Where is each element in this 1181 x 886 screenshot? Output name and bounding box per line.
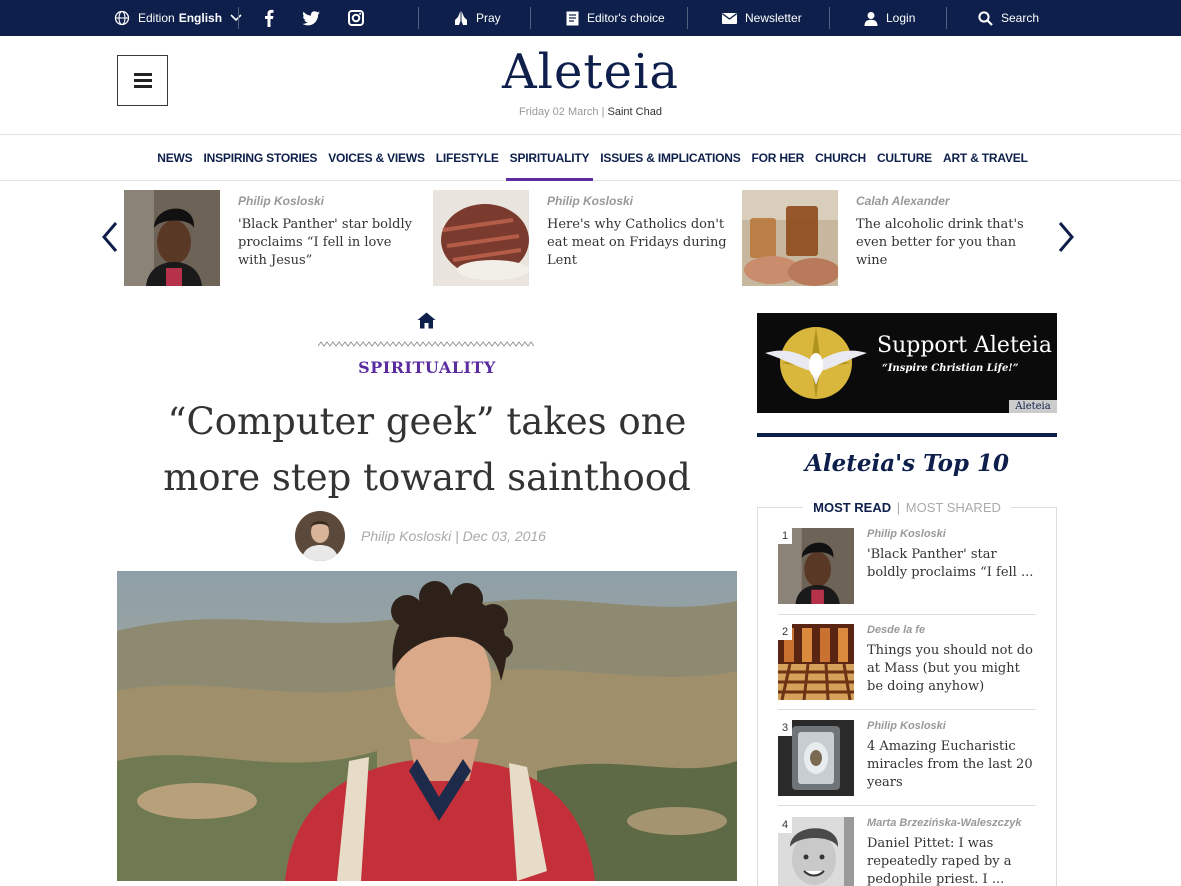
twitter-icon[interactable] bbox=[302, 10, 320, 26]
article-hero-image bbox=[117, 571, 737, 881]
home-icon[interactable] bbox=[417, 312, 436, 329]
tab-separator: | bbox=[896, 500, 901, 515]
divider bbox=[238, 7, 239, 29]
top10-author[interactable]: Marta Brzezińska-Waleszczyk bbox=[867, 817, 1021, 829]
edition-value: English bbox=[178, 11, 223, 25]
tab-most-shared[interactable]: MOST SHARED bbox=[906, 500, 1001, 515]
article-headline: “Computer geek” takes one more step towa… bbox=[163, 400, 691, 499]
pray-link[interactable]: Pray bbox=[440, 0, 515, 36]
divider bbox=[778, 805, 1036, 806]
story-thumbnail[interactable] bbox=[124, 190, 220, 286]
chevron-down-icon bbox=[230, 14, 242, 22]
ad-brand: Aleteia bbox=[1009, 400, 1057, 413]
top10-title: Aleteia's Top 10 bbox=[804, 450, 1010, 477]
story-title[interactable]: 'Black Panther' star boldly proclaims “I… bbox=[238, 216, 423, 270]
editors-choice-link[interactable]: Editor's choice bbox=[552, 0, 679, 36]
nav-item-voices-views[interactable]: VOICES & VIEWS bbox=[328, 135, 425, 181]
saint-of-day[interactable]: Saint Chad bbox=[608, 106, 662, 118]
carousel-prev-arrow-icon[interactable] bbox=[100, 220, 120, 254]
support-ad-banner[interactable]: Support Aleteia “Inspire Christian Life!… bbox=[757, 313, 1057, 413]
top10-tabs: MOST READ | MOST SHARED bbox=[757, 500, 1057, 515]
top10-thumbnail[interactable]: 2 bbox=[778, 624, 854, 700]
praying-hands-icon bbox=[455, 11, 467, 25]
social-links bbox=[264, 0, 364, 36]
instagram-icon[interactable] bbox=[348, 10, 364, 26]
site-header: Aleteia Friday 02 March | Saint Chad bbox=[0, 36, 1181, 135]
story-thumbnail[interactable] bbox=[433, 190, 529, 286]
top10-thumbnail[interactable]: 4 bbox=[778, 817, 854, 886]
nav-item-spirituality[interactable]: SPIRITUALITY bbox=[505, 135, 593, 181]
login-link[interactable]: Login bbox=[850, 0, 929, 36]
nav-item-lifestyle[interactable]: LIFESTYLE bbox=[436, 135, 499, 181]
top10-author[interactable]: Desde la fe bbox=[867, 624, 925, 636]
divider bbox=[530, 7, 531, 29]
nav-item-for-her[interactable]: FOR HER bbox=[752, 135, 805, 181]
nav-item-church[interactable]: CHURCH bbox=[815, 135, 866, 181]
carousel-next-arrow-icon[interactable] bbox=[1056, 220, 1076, 254]
nav-item-art-travel[interactable]: ART & TRAVEL bbox=[943, 135, 1028, 181]
ad-title: Support Aleteia bbox=[877, 333, 1052, 358]
rank-number: 1 bbox=[778, 528, 792, 544]
main-nav: NEWS INSPIRING STORIES VOICES & VIEWS LIFES… bbox=[0, 135, 1181, 181]
top10-author[interactable]: Philip Kosloski bbox=[867, 528, 946, 540]
story-author[interactable]: Philip Kosloski bbox=[547, 194, 633, 208]
date-text: Friday 02 March bbox=[519, 106, 599, 118]
rank-number: 3 bbox=[778, 720, 792, 736]
rank-number: 4 bbox=[778, 817, 792, 833]
author-avatar[interactable] bbox=[295, 511, 345, 561]
top10-rule bbox=[757, 433, 1057, 437]
top10-title-link[interactable]: 4 Amazing Eucharistic miracles from the … bbox=[867, 738, 1037, 792]
divider bbox=[778, 614, 1036, 615]
decorative-divider bbox=[318, 341, 534, 347]
search-icon bbox=[978, 10, 993, 26]
top10-title-link[interactable]: Daniel Pittet: I was repeatedly raped by… bbox=[867, 835, 1037, 886]
top10-title-link[interactable]: Things you should not do at Mass (but yo… bbox=[867, 642, 1037, 696]
top10-title-link[interactable]: 'Black Panther' star boldly proclaims “I… bbox=[867, 546, 1037, 582]
ad-subtitle: “Inspire Christian Life!” bbox=[882, 363, 1019, 374]
story-title[interactable]: Here's why Catholics don't eat meat on F… bbox=[547, 216, 732, 270]
story-title[interactable]: The alcoholic drink that's even better f… bbox=[856, 216, 1041, 270]
article-section[interactable]: SPIRITUALITY bbox=[117, 358, 737, 377]
user-icon bbox=[864, 11, 878, 26]
nav-item-culture[interactable]: CULTURE bbox=[877, 135, 932, 181]
top10-author[interactable]: Philip Kosloski bbox=[867, 720, 946, 732]
document-icon bbox=[566, 11, 579, 25]
nav-item-news[interactable]: NEWS bbox=[157, 135, 192, 181]
envelope-icon bbox=[722, 12, 737, 24]
top-bar: Edition English Pray Editor's choice New… bbox=[0, 0, 1181, 36]
top10-thumbnail[interactable]: 1 bbox=[778, 528, 854, 604]
edition-selector[interactable]: Edition English bbox=[100, 0, 256, 36]
divider bbox=[946, 7, 947, 29]
globe-icon bbox=[114, 10, 130, 26]
divider bbox=[687, 7, 688, 29]
holy-spirit-dove-icon bbox=[765, 327, 867, 399]
nav-item-issues-implications[interactable]: ISSUES & IMPLICATIONS bbox=[600, 135, 740, 181]
divider bbox=[418, 7, 419, 29]
nav-item-inspiring-stories[interactable]: INSPIRING STORIES bbox=[203, 135, 317, 181]
story-carousel: Philip Kosloski 'Black Panther' star bol… bbox=[0, 190, 1181, 286]
divider bbox=[778, 709, 1036, 710]
dateline: Friday 02 March | Saint Chad bbox=[519, 106, 662, 118]
article-byline: Philip Kosloski | Dec 03, 2016 bbox=[295, 511, 546, 561]
edition-label: Edition bbox=[138, 11, 175, 25]
tab-most-read[interactable]: MOST READ bbox=[813, 500, 891, 515]
divider bbox=[829, 7, 830, 29]
rank-number: 2 bbox=[778, 624, 792, 640]
story-author[interactable]: Calah Alexander bbox=[856, 194, 950, 208]
facebook-icon[interactable] bbox=[264, 9, 274, 27]
search-link[interactable]: Search bbox=[964, 0, 1053, 36]
site-logo[interactable]: Aleteia bbox=[0, 44, 1181, 100]
top10-thumbnail[interactable]: 3 bbox=[778, 720, 854, 796]
newsletter-link[interactable]: Newsletter bbox=[708, 0, 816, 36]
byline-text[interactable]: Philip Kosloski | Dec 03, 2016 bbox=[361, 528, 546, 544]
story-thumbnail[interactable] bbox=[742, 190, 838, 286]
story-author[interactable]: Philip Kosloski bbox=[238, 194, 324, 208]
